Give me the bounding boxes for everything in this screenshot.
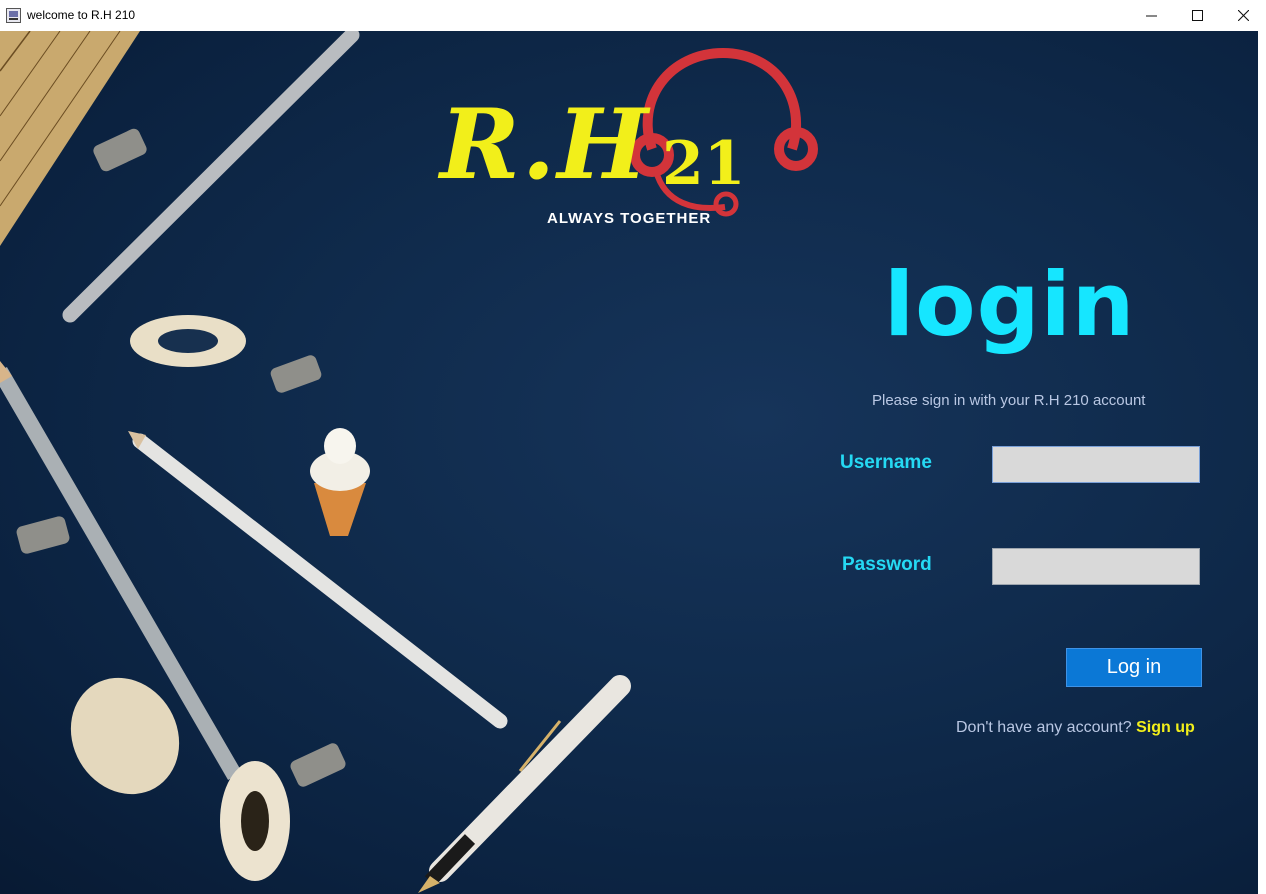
close-button[interactable]	[1220, 0, 1266, 31]
binder-clip-decoration	[16, 516, 70, 554]
logo-number: 21	[662, 129, 746, 199]
close-icon	[1237, 10, 1249, 21]
logo-text: R.H	[440, 88, 650, 201]
login-heading: login	[884, 253, 1136, 356]
username-label: Username	[840, 452, 932, 473]
binder-clip-decoration	[290, 743, 346, 787]
maximize-icon	[1191, 10, 1203, 21]
title-bar: welcome to R.H 210	[0, 0, 1266, 32]
logo-tagline: ALWAYS TOGETHER	[547, 210, 712, 227]
minimize-button[interactable]	[1128, 0, 1174, 31]
no-account-text: Don't have any account?	[956, 719, 1132, 736]
password-label: Password	[842, 554, 932, 575]
binder-clip-decoration	[93, 128, 147, 172]
binder-clip-decoration	[270, 355, 322, 393]
signup-prompt: Don't have any account? Sign up	[956, 719, 1195, 737]
pencil-decoration	[62, 31, 360, 323]
window-edge	[1258, 31, 1266, 894]
window-title: welcome to R.H 210	[27, 8, 136, 22]
minimize-icon	[1145, 15, 1157, 17]
signup-link[interactable]: Sign up	[1136, 719, 1195, 736]
login-subtitle: Please sign in with your R.H 210 account	[872, 392, 1146, 409]
app-icon	[6, 8, 21, 23]
login-window: R.H 21 ALWAYS TOGETHER login Please sign…	[0, 31, 1258, 894]
ice-cream-decoration	[310, 428, 370, 536]
maximize-button[interactable]	[1174, 0, 1220, 31]
login-button[interactable]: Log in	[1066, 648, 1202, 687]
password-input[interactable]	[992, 548, 1200, 585]
username-input[interactable]	[992, 446, 1200, 483]
